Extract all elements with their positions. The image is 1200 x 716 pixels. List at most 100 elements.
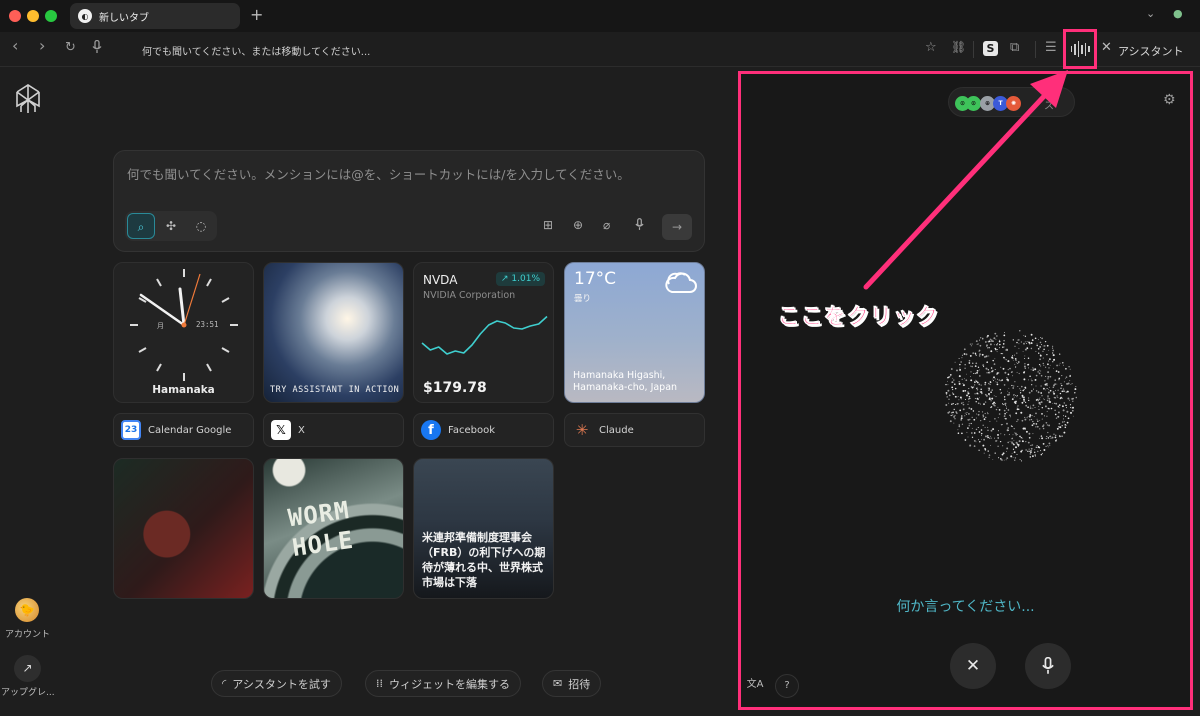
voice-mode-button[interactable] bbox=[1063, 29, 1097, 69]
edit-widgets-button[interactable]: ⁞⁞ ウィジェットを編集する bbox=[365, 670, 521, 697]
sphere-particle bbox=[1020, 450, 1023, 453]
assistant-settings-gear-icon[interactable]: ⚙ bbox=[1163, 92, 1176, 108]
account-label[interactable]: アカウント bbox=[5, 627, 50, 640]
sphere-particle bbox=[1046, 344, 1049, 347]
sphere-particle bbox=[1047, 445, 1049, 447]
sphere-particle bbox=[975, 362, 978, 365]
news-card-fed[interactable]: 米連邦準備制度理事会（FRB）の利下げへの期待が薄れる中、世界株式市場は下落 bbox=[413, 458, 554, 599]
sphere-particle bbox=[952, 402, 954, 405]
sphere-particle bbox=[1007, 409, 1010, 411]
tab-new-tab[interactable]: ◐ 新しいタブ bbox=[70, 3, 240, 29]
address-bar[interactable]: 何でも聞いてください、または移動してください... bbox=[142, 43, 370, 58]
sphere-particle bbox=[1020, 411, 1023, 414]
sphere-particle bbox=[978, 431, 981, 433]
back-button[interactable]: ‹ bbox=[12, 36, 18, 55]
sphere-particle bbox=[963, 378, 965, 380]
sphere-particle bbox=[974, 381, 976, 383]
weather-widget[interactable]: 17°C 曇り Hamanaka Higashi, Hamanaka-cho, … bbox=[564, 262, 705, 403]
web-globe-icon[interactable]: ⊕ bbox=[573, 218, 583, 232]
shortcut-facebook[interactable]: f Facebook bbox=[413, 413, 554, 447]
sphere-particle bbox=[1024, 335, 1027, 337]
search-box[interactable]: 何でも聞いてください。メンションには@を、ショートカットには/を入力してください… bbox=[113, 150, 705, 252]
discover-card-wormhole[interactable]: WORM HOLE bbox=[263, 458, 404, 599]
upgrade-arrow-icon[interactable]: ↗ bbox=[14, 655, 41, 682]
sphere-particle bbox=[989, 437, 990, 439]
sphere-particle bbox=[1012, 456, 1014, 458]
assistant-promo-card[interactable]: TRY ASSISTANT IN ACTION bbox=[263, 262, 404, 403]
shortcut-claude[interactable]: ✳ Claude bbox=[564, 413, 705, 447]
microphone-button[interactable] bbox=[1025, 643, 1071, 689]
labs-mode-bulb-icon[interactable]: ◌ bbox=[187, 213, 215, 239]
sphere-particle bbox=[993, 363, 996, 365]
clock-widget[interactable]: 月 23:51 Hamanaka bbox=[113, 262, 254, 403]
search-mode-icon[interactable]: ⌕ bbox=[127, 213, 155, 239]
promo-caption: TRY ASSISTANT IN ACTION bbox=[270, 385, 400, 395]
model-gpt-alt-icon: ⊙ bbox=[966, 96, 981, 111]
close-window-button[interactable] bbox=[9, 10, 21, 22]
perplexity-logo-icon[interactable] bbox=[14, 84, 42, 114]
submit-arrow-button[interactable]: → bbox=[662, 214, 692, 240]
forward-button[interactable]: › bbox=[39, 36, 45, 55]
sphere-particle bbox=[1029, 405, 1031, 407]
sphere-particle bbox=[984, 448, 986, 450]
sphere-particle bbox=[956, 412, 958, 414]
sphere-particle bbox=[1012, 360, 1014, 362]
sphere-particle bbox=[1023, 335, 1025, 336]
sphere-particle bbox=[1004, 403, 1007, 405]
sphere-particle bbox=[992, 458, 994, 460]
dictation-mic-icon[interactable] bbox=[635, 218, 644, 234]
new-tab-button[interactable]: + bbox=[250, 5, 263, 24]
focus-grid-icon[interactable]: ⊞ bbox=[543, 218, 553, 232]
sphere-particle bbox=[961, 354, 963, 356]
sphere-particle bbox=[1007, 427, 1010, 429]
sphere-particle bbox=[975, 441, 977, 443]
assistant-label[interactable]: アシスタント bbox=[1118, 43, 1184, 59]
search-input[interactable]: 何でも聞いてください。メンションには@を、ショートカットには/を入力してください… bbox=[127, 164, 630, 183]
bookmark-star-icon[interactable]: ☆ bbox=[925, 40, 937, 55]
sphere-particle bbox=[1014, 381, 1016, 383]
sphere-particle bbox=[965, 379, 968, 382]
maximize-window-button[interactable] bbox=[45, 10, 57, 22]
reload-button[interactable]: ↻ bbox=[65, 40, 76, 55]
extensions-puzzle-icon[interactable]: ⧉ bbox=[1010, 40, 1019, 55]
sphere-particle bbox=[1026, 347, 1029, 350]
s-extension-icon[interactable]: S bbox=[983, 41, 998, 56]
tab-list-chevron-icon[interactable]: ⌄ bbox=[1146, 7, 1155, 20]
sphere-particle bbox=[963, 348, 966, 351]
shortcut-x[interactable]: 𝕏 X bbox=[263, 413, 404, 447]
sphere-particle bbox=[996, 344, 998, 346]
sphere-particle bbox=[972, 386, 975, 388]
cancel-voice-button[interactable]: ✕ bbox=[950, 643, 996, 689]
sphere-particle bbox=[1061, 425, 1063, 427]
try-assistant-button[interactable]: ◜ アシスタントを試す bbox=[211, 670, 342, 697]
copy-link-icon[interactable]: ⛓ bbox=[951, 40, 966, 54]
stock-widget[interactable]: NVDA NVIDIA Corporation ↗ 1.01% $179.78 bbox=[413, 262, 554, 403]
sphere-particle bbox=[1066, 382, 1069, 385]
sphere-particle bbox=[1047, 371, 1050, 374]
shortcut-calendar-google[interactable]: 23 Calendar Google bbox=[113, 413, 254, 447]
sphere-particle bbox=[971, 428, 973, 429]
sphere-particle bbox=[1037, 391, 1040, 394]
sphere-particle bbox=[988, 382, 990, 385]
discover-card-planet[interactable] bbox=[113, 458, 254, 599]
sidebar-menu-icon[interactable]: ☰ bbox=[1045, 40, 1057, 55]
sphere-particle bbox=[978, 355, 981, 357]
invite-button[interactable]: ✉ 招待 bbox=[542, 670, 602, 697]
voice-search-mic-icon[interactable] bbox=[92, 39, 102, 58]
model-selector[interactable]: ⊙ ⊙ ⊕ T ✺ ス bbox=[948, 87, 1075, 117]
sphere-particle bbox=[1032, 433, 1034, 435]
profile-icon[interactable]: ● bbox=[1173, 7, 1183, 20]
sphere-particle bbox=[1025, 404, 1028, 407]
sphere-particle bbox=[994, 452, 996, 454]
sphere-particle bbox=[1049, 389, 1052, 392]
translate-icon[interactable]: 文A bbox=[743, 674, 767, 698]
research-mode-icon[interactable]: ✣ bbox=[157, 213, 185, 239]
help-question-icon[interactable]: ? bbox=[775, 674, 799, 698]
attach-paperclip-icon[interactable]: ⌀ bbox=[603, 218, 610, 232]
sphere-particle bbox=[1062, 388, 1065, 390]
account-avatar[interactable]: 🐤 bbox=[15, 598, 39, 622]
minimize-window-button[interactable] bbox=[27, 10, 39, 22]
sphere-particle bbox=[1075, 396, 1078, 399]
upgrade-label[interactable]: アップグレ... bbox=[1, 685, 55, 698]
close-assistant-button[interactable]: ✕ bbox=[1101, 40, 1112, 55]
